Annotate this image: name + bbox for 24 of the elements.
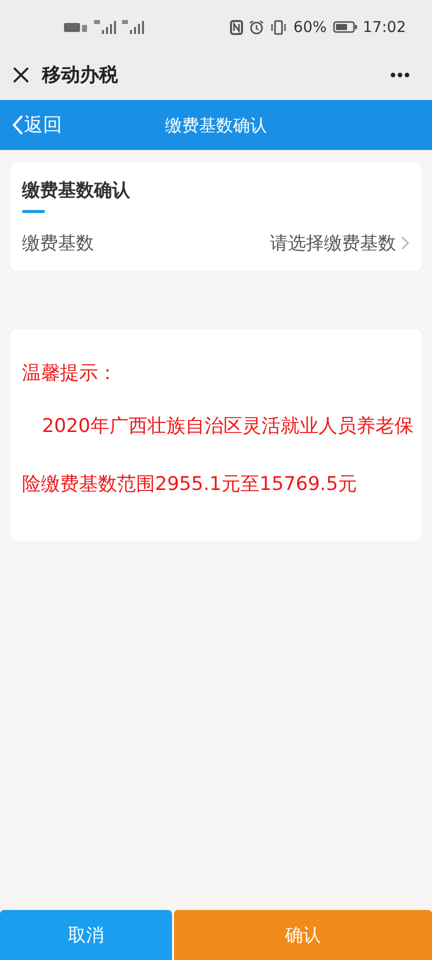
clock-time: 17:02: [362, 18, 406, 36]
signal-icon: [94, 20, 116, 34]
confirm-button[interactable]: 确认: [174, 910, 432, 960]
vibrate-icon: [270, 20, 288, 34]
page-title: 缴费基数确认: [165, 114, 267, 136]
row-label: 缴费基数: [22, 232, 95, 255]
chevron-right-icon: [400, 235, 410, 251]
more-icon[interactable]: [390, 72, 410, 78]
app-title: 移动办税: [42, 63, 119, 88]
title-underline: [22, 210, 45, 213]
battery-percent: 60%: [293, 18, 327, 36]
back-button[interactable]: 返回: [0, 112, 62, 138]
chevron-left-icon: [12, 114, 24, 136]
nfc-icon: [230, 20, 244, 34]
battery-icon: [332, 21, 357, 33]
select-placeholder: 请选择缴费基数: [270, 232, 396, 255]
cancel-button[interactable]: 取消: [0, 910, 172, 960]
select-row[interactable]: 缴费基数 请选择缴费基数: [22, 213, 410, 255]
card-title: 缴费基数确认: [22, 179, 131, 202]
notice-text: 2020年广西壮族自治区灵活就业人员养老保险缴费基数范围2955.1元至15769.5元: [22, 414, 414, 497]
signal-icon: [122, 20, 144, 34]
close-icon[interactable]: [12, 66, 30, 84]
notice-title: 温馨提示：: [22, 361, 118, 386]
alarm-icon: [249, 20, 264, 34]
